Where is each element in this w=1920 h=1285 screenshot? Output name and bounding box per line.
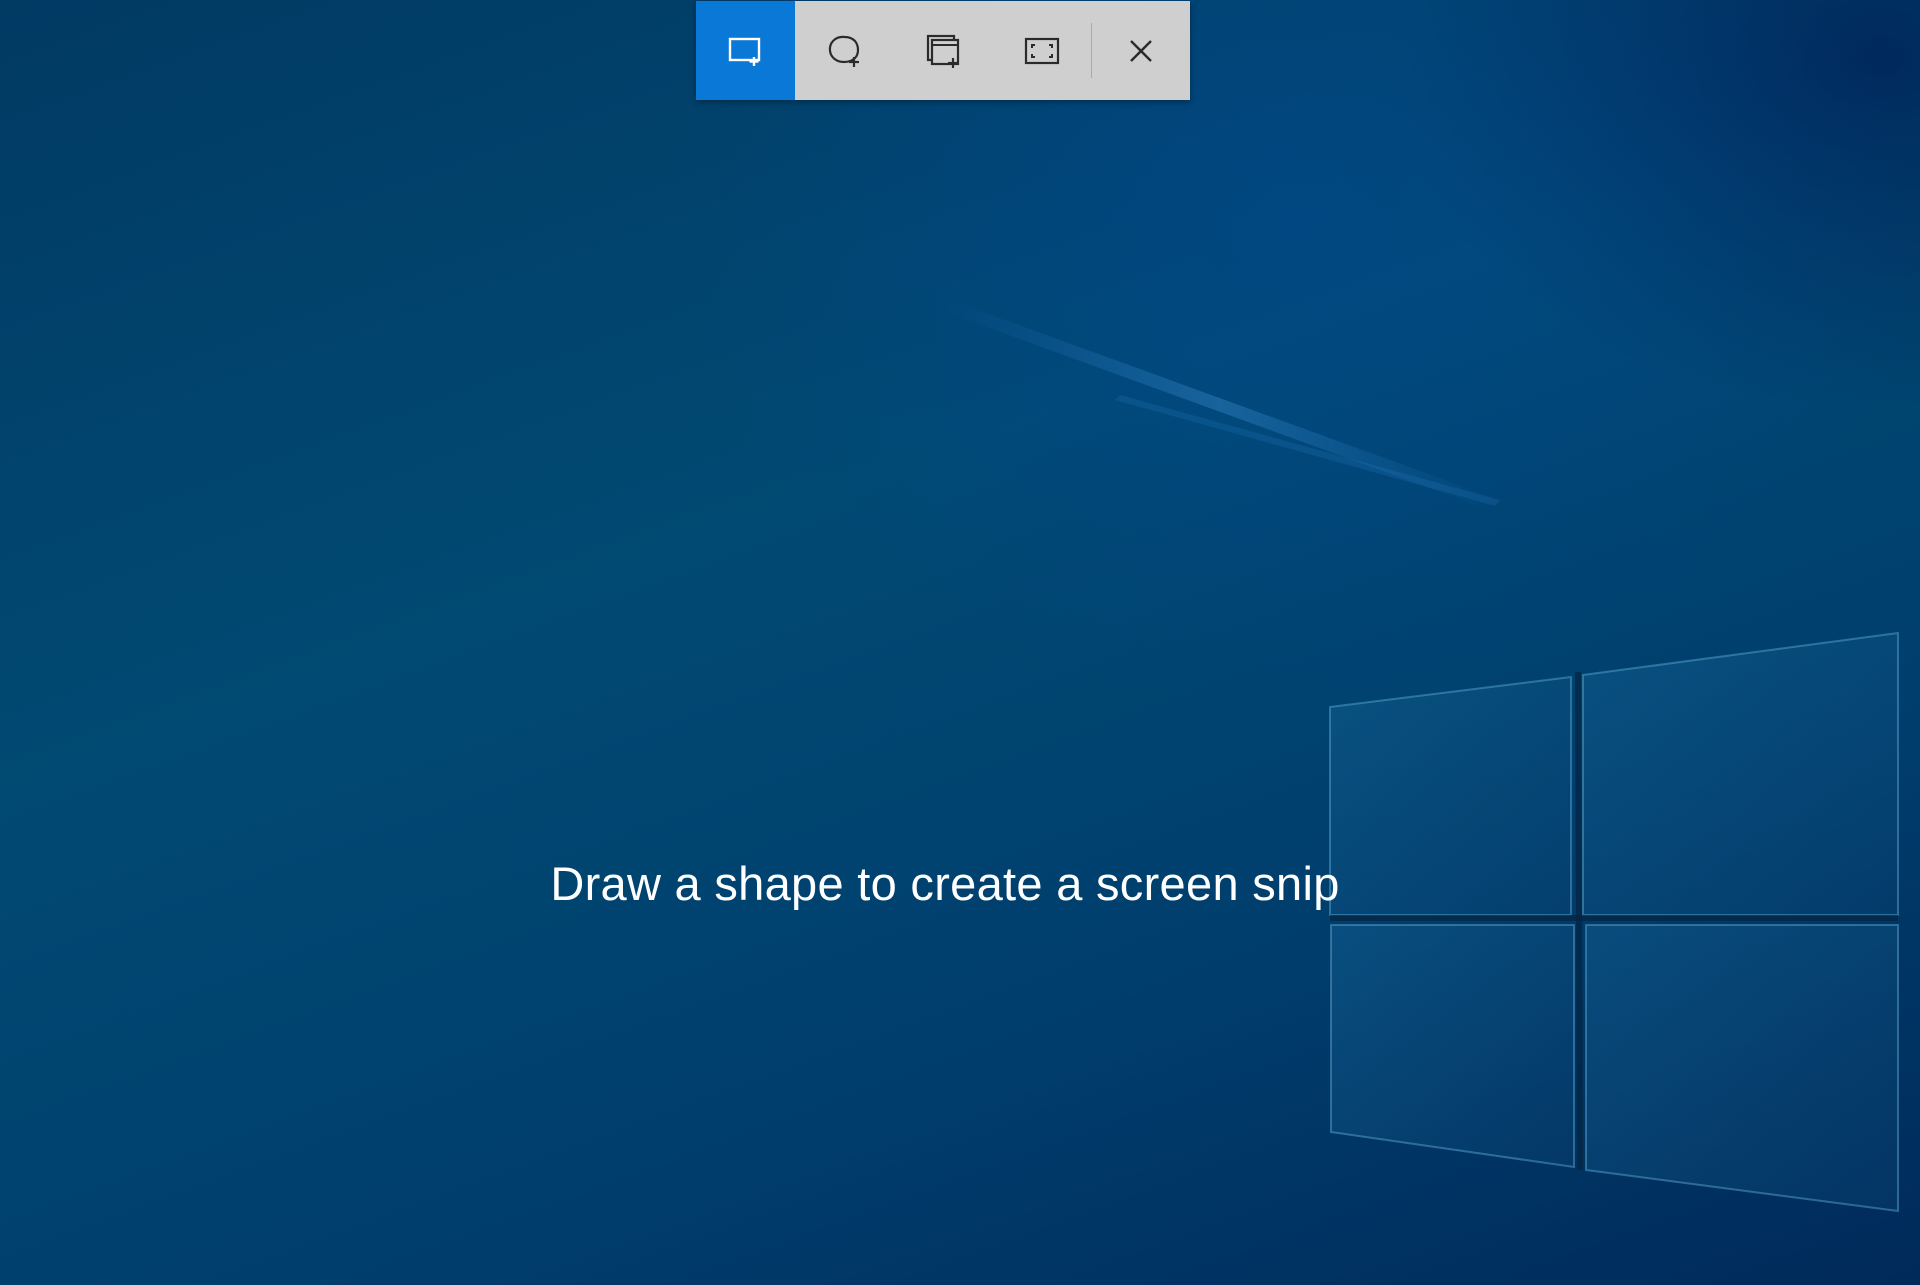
fullscreen-snip-icon xyxy=(1024,37,1059,64)
freeform-snip-icon xyxy=(829,35,860,67)
windows-logo xyxy=(1329,631,1899,1213)
fullscreen-snip-button[interactable] xyxy=(992,1,1091,100)
rectangular-snip-icon xyxy=(729,37,761,66)
wallpaper-light-streak xyxy=(940,300,1500,510)
snip-toolbar xyxy=(696,1,1190,100)
close-button[interactable] xyxy=(1092,1,1190,100)
window-snip-icon xyxy=(926,34,960,68)
rectangular-snip-button[interactable] xyxy=(696,1,795,100)
window-snip-button[interactable] xyxy=(894,1,993,100)
snip-instruction-text: Draw a shape to create a screen snip xyxy=(550,857,1340,910)
desktop-background[interactable] xyxy=(0,0,1920,1285)
close-icon xyxy=(1130,39,1152,62)
freeform-snip-button[interactable] xyxy=(795,1,894,100)
